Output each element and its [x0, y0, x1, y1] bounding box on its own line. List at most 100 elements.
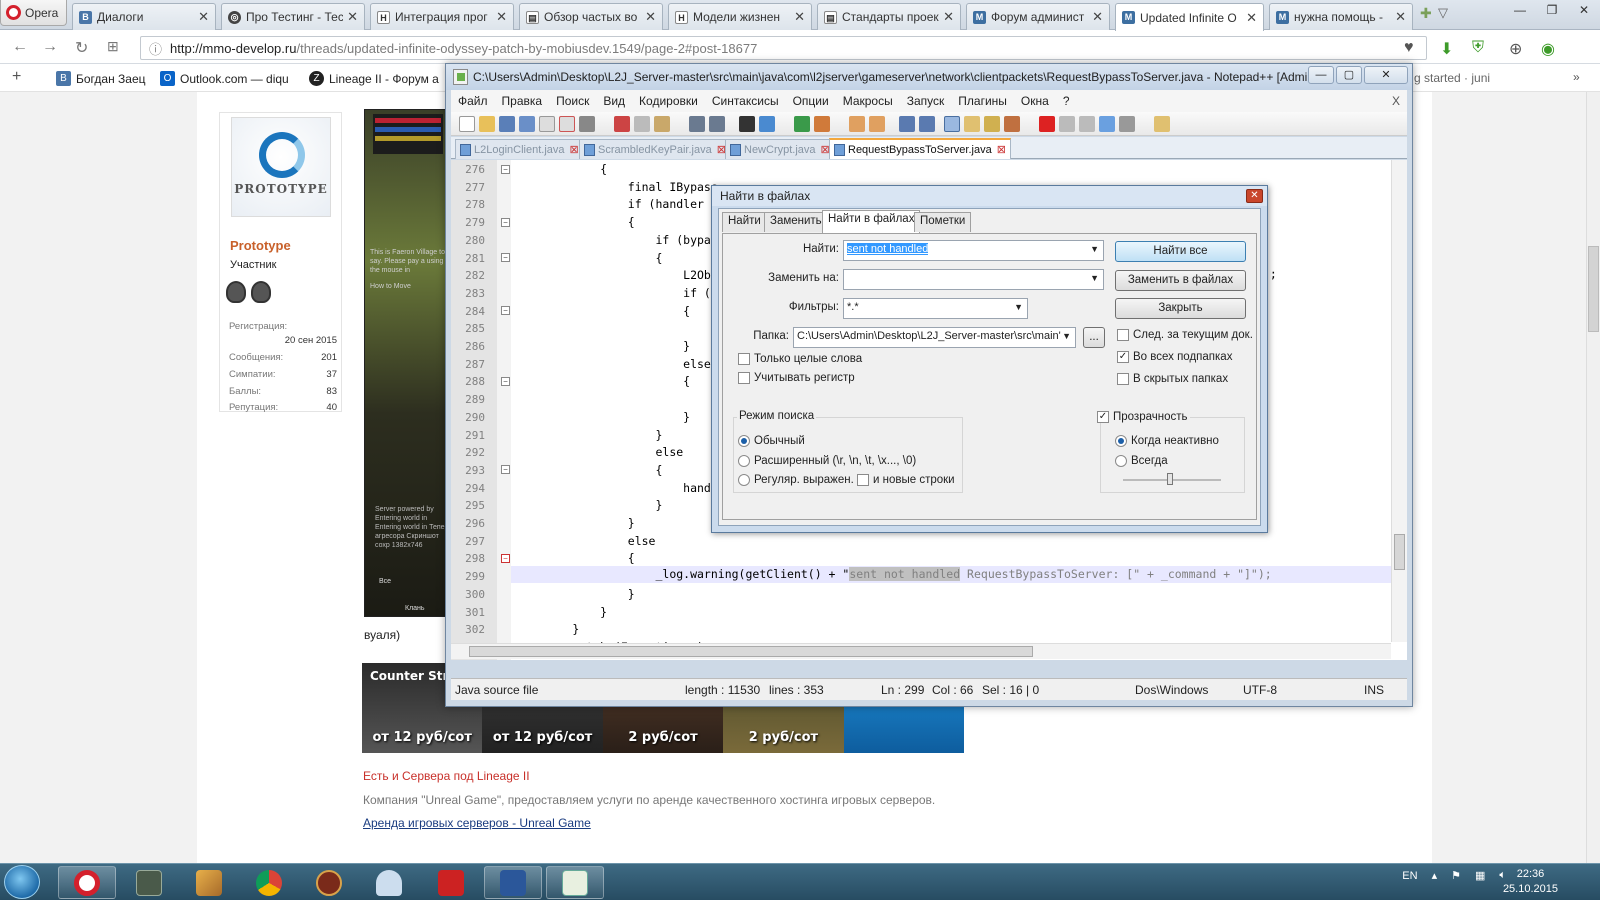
udl-icon[interactable]: [964, 116, 980, 132]
redo-icon[interactable]: [709, 116, 725, 132]
shield-icon[interactable]: ⛨: [1472, 39, 1484, 57]
whole-word-checkbox[interactable]: Только целые слова: [738, 353, 862, 365]
taskbar-app[interactable]: [300, 866, 358, 899]
play-macro-icon[interactable]: [1079, 116, 1095, 132]
menu-encoding[interactable]: Кодировки: [632, 94, 705, 108]
start-button[interactable]: [4, 865, 40, 899]
find-input[interactable]: sent not handled ▼: [843, 240, 1104, 261]
tab-replace[interactable]: Заменить: [764, 212, 828, 232]
save-macro-icon[interactable]: [1119, 116, 1135, 132]
avatar[interactable]: PROTOTYPE: [231, 117, 331, 217]
editor-vertical-scrollbar[interactable]: [1391, 160, 1407, 642]
trophy-icon[interactable]: [251, 281, 271, 303]
run-macro-icon[interactable]: [1099, 116, 1115, 132]
close-icon[interactable]: ✕: [943, 9, 954, 25]
fold-marker-icon[interactable]: −: [501, 377, 510, 386]
fold-marker-icon[interactable]: −: [501, 306, 510, 315]
folder-input[interactable]: C:\Users\Admin\Desktop\L2J_Server-master…: [793, 327, 1076, 348]
bookmark-heart-icon[interactable]: ♥: [1404, 39, 1414, 57]
browser-tab[interactable]: H Модели жизнен ✕: [668, 3, 812, 30]
taskbar-app[interactable]: [360, 866, 418, 899]
fold-marker-icon[interactable]: −: [501, 465, 510, 474]
transparency-slider-thumb[interactable]: [1167, 473, 1173, 485]
menu-search[interactable]: Поиск: [549, 94, 596, 108]
back-icon[interactable]: ←: [12, 38, 28, 56]
dialog-titlebar[interactable]: Найти в файлах: [712, 186, 1267, 206]
taskbar-opera[interactable]: [58, 866, 116, 899]
new-file-icon[interactable]: [459, 116, 475, 132]
browser-tab[interactable]: ▤ Обзор частых во ✕: [519, 3, 663, 30]
page-scrollbar[interactable]: [1586, 92, 1600, 863]
close-all-icon[interactable]: [559, 116, 575, 132]
sync-v-icon[interactable]: [849, 116, 865, 132]
tab-mark[interactable]: Пометки: [914, 212, 972, 232]
match-case-checkbox[interactable]: Учитывать регистр: [738, 372, 855, 384]
follow-current-doc-checkbox[interactable]: След. за текущим док.: [1117, 329, 1253, 341]
close-icon[interactable]: ✕: [1246, 10, 1257, 26]
notepadpp-titlebar[interactable]: C:\Users\Admin\Desktop\L2J_Server-master…: [446, 64, 1412, 90]
close-icon[interactable]: ✕: [1246, 189, 1263, 203]
cut-icon[interactable]: [614, 116, 630, 132]
mode-normal-radio[interactable]: Обычный: [738, 435, 805, 447]
flag-icon[interactable]: ⚑: [1451, 869, 1461, 882]
close-icon[interactable]: ✕: [1395, 9, 1406, 25]
mode-regex-radio[interactable]: Регуляр. выражен.: [738, 474, 854, 486]
browser-tab[interactable]: M Форум админист ✕: [966, 3, 1110, 30]
wrap-icon[interactable]: [899, 116, 915, 132]
close-icon[interactable]: ✕: [1092, 9, 1103, 25]
close-icon[interactable]: ✕: [347, 9, 358, 25]
download-arrow-icon[interactable]: ⬇: [1440, 39, 1453, 59]
close-icon[interactable]: ⊠: [570, 143, 579, 156]
taskbar-app[interactable]: [180, 866, 238, 899]
browser-tab[interactable]: В Диалоги ✕: [72, 3, 216, 30]
dot-matches-newline-checkbox[interactable]: и новые строки: [857, 474, 955, 486]
menu-file[interactable]: Файл: [451, 94, 495, 108]
scrollbar-thumb[interactable]: [1394, 534, 1405, 570]
record-macro-icon[interactable]: [1039, 116, 1055, 132]
menu-plugins[interactable]: Плагины: [951, 94, 1014, 108]
browse-folder-button[interactable]: ...: [1083, 327, 1105, 348]
editor-tab[interactable]: NewCrypt.java ⊠: [725, 139, 835, 159]
maximize-icon[interactable]: ▢: [1336, 66, 1362, 84]
menu-window[interactable]: Окна: [1014, 94, 1056, 108]
dropdown-arrow-icon[interactable]: ▼: [1090, 244, 1099, 254]
close-document-icon[interactable]: X: [1385, 94, 1407, 108]
new-tab-icon[interactable]: ✚: [1420, 5, 1432, 22]
zoom-in-icon[interactable]: [794, 116, 810, 132]
show-hidden-icons-icon[interactable]: ▴: [1432, 869, 1438, 882]
editor-horizontal-scrollbar[interactable]: [451, 643, 1391, 659]
zoom-out-icon[interactable]: [814, 116, 830, 132]
tab-find[interactable]: Найти: [722, 212, 767, 232]
subfolders-checkbox[interactable]: ✓ Во всех подпапках: [1117, 351, 1232, 363]
minimize-icon[interactable]: —: [1308, 66, 1334, 84]
close-icon[interactable]: ✕: [198, 9, 209, 25]
trophy-icon[interactable]: [226, 281, 246, 303]
more-bookmarks-icon[interactable]: »: [1573, 70, 1580, 84]
sync-h-icon[interactable]: [869, 116, 885, 132]
minimize-icon[interactable]: —: [1504, 0, 1536, 20]
menu-language[interactable]: Синтаксисы: [705, 94, 786, 108]
transparency-always-radio[interactable]: Всегда: [1115, 455, 1168, 467]
transparency-inactive-radio[interactable]: Когда неактивно: [1115, 435, 1219, 447]
network-tray-icon[interactable]: ▦: [1475, 869, 1485, 882]
undo-icon[interactable]: [689, 116, 705, 132]
doc-map-icon[interactable]: [984, 116, 1000, 132]
browser-tab[interactable]: ▤ Стандарты проек ✕: [817, 3, 961, 30]
replace-input[interactable]: ▼: [843, 269, 1104, 290]
dropdown-arrow-icon[interactable]: ▼: [1014, 302, 1023, 312]
taskbar-notepadpp[interactable]: [546, 866, 604, 899]
bookmark-item[interactable]: O Outlook.com — diqu: [160, 71, 289, 86]
find-all-button[interactable]: Найти все: [1115, 241, 1246, 262]
fold-marker-icon[interactable]: −: [501, 554, 510, 563]
close-file-icon[interactable]: [539, 116, 555, 132]
taskbar-app[interactable]: [422, 866, 480, 899]
site-info-icon[interactable]: ⓘ: [149, 39, 162, 58]
save-icon[interactable]: [499, 116, 515, 132]
menu-settings[interactable]: Опции: [786, 94, 836, 108]
browser-tab[interactable]: ◎ Про Тестинг - Тес ✕: [221, 3, 365, 30]
add-bookmark-icon[interactable]: +: [12, 68, 21, 86]
scrollbar-thumb[interactable]: [469, 646, 1033, 657]
mode-extended-radio[interactable]: Расширенный (\r, \n, \t, \x..., \0): [738, 455, 916, 467]
print-icon[interactable]: [579, 116, 595, 132]
editor-tab[interactable]: L2LoginClient.java ⊠: [455, 139, 584, 159]
